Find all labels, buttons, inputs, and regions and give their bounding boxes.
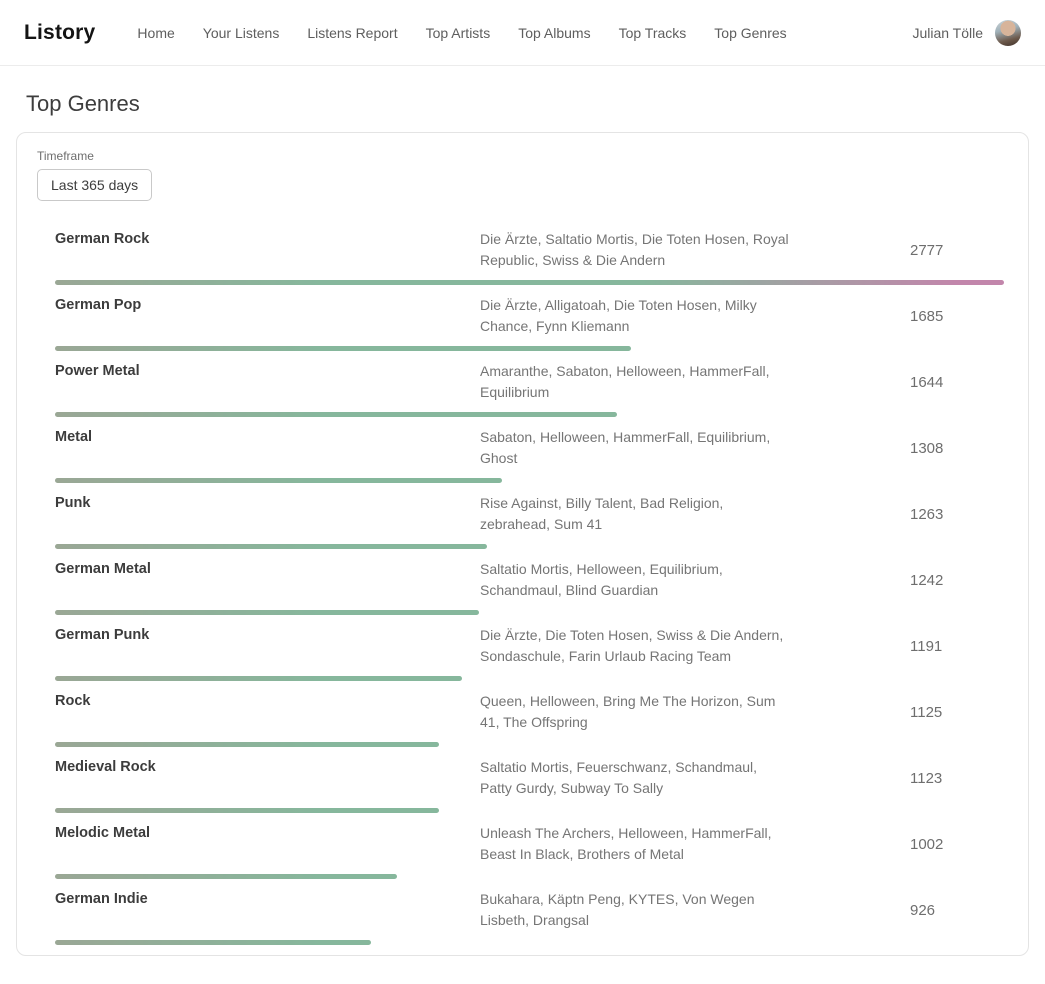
genre-artists: Die Ärzte, Saltatio Mortis, Die Toten Ho… (480, 229, 792, 271)
main-content: Top Genres Timeframe Last 365 days Germa… (0, 91, 1045, 956)
genre-row: German Rock Die Ärzte, Saltatio Mortis, … (17, 219, 1028, 285)
genre-artists: Die Ärzte, Alligatoah, Die Toten Hosen, … (480, 295, 792, 337)
top-genres-card: Timeframe Last 365 days German Rock Die … (16, 132, 1029, 956)
nav-link-top-genres[interactable]: Top Genres (714, 25, 786, 41)
genre-count: 1685 (910, 308, 1004, 325)
genre-count: 2777 (910, 242, 1004, 259)
genre-name: German Metal (55, 559, 480, 577)
genre-name: German Rock (55, 229, 480, 247)
timeframe-filter: Timeframe Last 365 days (17, 149, 1028, 201)
genre-row: Punk Rise Against, Billy Talent, Bad Rel… (17, 483, 1028, 549)
user-menu[interactable]: Julian Tölle (912, 20, 1021, 46)
genre-list: German Rock Die Ärzte, Saltatio Mortis, … (17, 219, 1028, 945)
genre-row: German Punk Die Ärzte, Die Toten Hosen, … (17, 615, 1028, 681)
nav-link-top-artists[interactable]: Top Artists (426, 25, 491, 41)
genre-artists: Die Ärzte, Die Toten Hosen, Swiss & Die … (480, 625, 792, 667)
nav-link-top-albums[interactable]: Top Albums (518, 25, 590, 41)
nav-links: Home Your Listens Listens Report Top Art… (137, 25, 912, 41)
genre-row: German Metal Saltatio Mortis, Helloween,… (17, 549, 1028, 615)
genre-bar (55, 940, 1004, 945)
genre-name: German Pop (55, 295, 480, 313)
genre-count: 1242 (910, 572, 1004, 589)
nav-link-your-listens[interactable]: Your Listens (203, 25, 280, 41)
genre-name: German Indie (55, 889, 480, 907)
genre-name: Punk (55, 493, 480, 511)
app-logo[interactable]: Listory (24, 21, 95, 45)
genre-artists: Sabaton, Helloween, HammerFall, Equilibr… (480, 427, 792, 469)
genre-artists: Rise Against, Billy Talent, Bad Religion… (480, 493, 792, 535)
page-title: Top Genres (0, 91, 1045, 117)
genre-count: 1644 (910, 374, 1004, 391)
genre-count: 926 (910, 902, 1004, 919)
nav-link-home[interactable]: Home (137, 25, 174, 41)
genre-row: Medieval Rock Saltatio Mortis, Feuerschw… (17, 747, 1028, 813)
genre-name: Melodic Metal (55, 823, 480, 841)
genre-count: 1123 (910, 770, 1004, 787)
genre-count: 1263 (910, 506, 1004, 523)
genre-count: 1002 (910, 836, 1004, 853)
genre-name: Power Metal (55, 361, 480, 379)
genre-artists: Queen, Helloween, Bring Me The Horizon, … (480, 691, 792, 733)
user-avatar[interactable] (995, 20, 1021, 46)
genre-artists: Amaranthe, Sabaton, Helloween, HammerFal… (480, 361, 792, 403)
genre-name: Medieval Rock (55, 757, 480, 775)
genre-count: 1308 (910, 440, 1004, 457)
timeframe-select[interactable]: Last 365 days (37, 169, 152, 201)
genre-row: German Indie Bukahara, Käptn Peng, KYTES… (17, 879, 1028, 945)
genre-artists: Saltatio Mortis, Helloween, Equilibrium,… (480, 559, 792, 601)
nav-link-listens-report[interactable]: Listens Report (307, 25, 397, 41)
genre-artists: Saltatio Mortis, Feuerschwanz, Schandmau… (480, 757, 792, 799)
genre-name: German Punk (55, 625, 480, 643)
genre-name: Metal (55, 427, 480, 445)
top-navigation: Listory Home Your Listens Listens Report… (0, 0, 1045, 66)
genre-count: 1125 (910, 704, 1004, 721)
genre-bar-fill (55, 940, 371, 945)
genre-artists: Bukahara, Käptn Peng, KYTES, Von Wegen L… (480, 889, 792, 931)
genre-count: 1191 (910, 638, 1004, 655)
genre-row: Metal Sabaton, Helloween, HammerFall, Eq… (17, 417, 1028, 483)
nav-link-top-tracks[interactable]: Top Tracks (619, 25, 687, 41)
genre-row: Power Metal Amaranthe, Sabaton, Hellowee… (17, 351, 1028, 417)
genre-artists: Unleash The Archers, Helloween, HammerFa… (480, 823, 792, 865)
genre-row: Melodic Metal Unleash The Archers, Hello… (17, 813, 1028, 879)
genre-row: Rock Queen, Helloween, Bring Me The Hori… (17, 681, 1028, 747)
user-name: Julian Tölle (912, 25, 983, 41)
genre-name: Rock (55, 691, 480, 709)
timeframe-label: Timeframe (37, 149, 1008, 163)
genre-row: German Pop Die Ärzte, Alligatoah, Die To… (17, 285, 1028, 351)
